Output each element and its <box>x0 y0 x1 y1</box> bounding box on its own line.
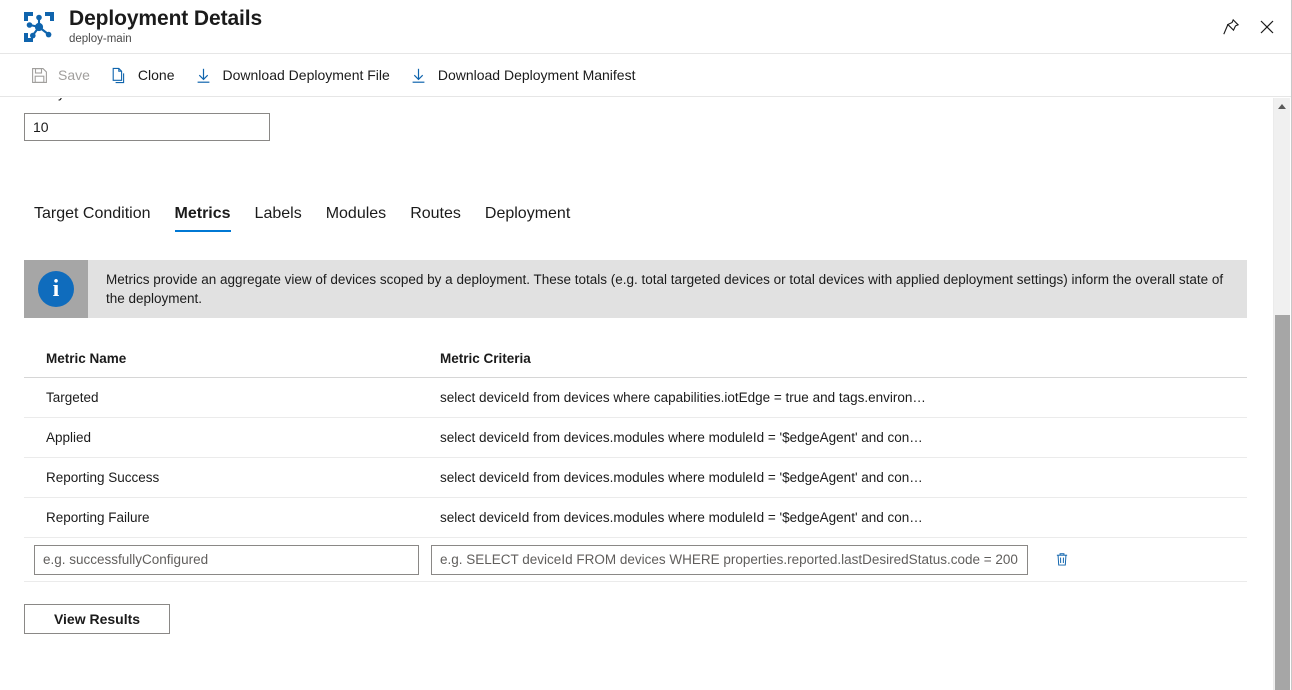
save-icon <box>29 65 49 85</box>
pin-icon[interactable] <box>1215 11 1247 43</box>
info-banner-text: Metrics provide an aggregate view of dev… <box>88 260 1247 318</box>
tab-routes[interactable]: Routes <box>398 204 473 232</box>
new-metric-criteria-input[interactable] <box>431 545 1028 575</box>
tab-deployment[interactable]: Deployment <box>473 204 582 232</box>
column-header-metric-criteria: Metric Criteria <box>440 350 1247 368</box>
table-row[interactable]: Reporting Failure select deviceId from d… <box>24 498 1247 538</box>
tab-modules[interactable]: Modules <box>314 204 398 232</box>
pivot-tabs: Target Condition Metrics Labels Modules … <box>24 194 1270 232</box>
table-row[interactable]: Reporting Success select deviceId from d… <box>24 458 1247 498</box>
priority-label-clipped: Priority <box>24 98 1270 106</box>
info-glyph: i <box>38 271 74 307</box>
clone-button[interactable]: Clone <box>102 58 187 92</box>
iot-edge-device-icon <box>22 10 56 44</box>
metric-criteria-cell: select deviceId from devices.modules whe… <box>440 429 1247 447</box>
download-deployment-file-button[interactable]: Download Deployment File <box>187 58 402 92</box>
info-icon: i <box>24 260 88 318</box>
metrics-table: Metric Name Metric Criteria Targeted sel… <box>24 344 1247 582</box>
download-icon <box>409 65 429 85</box>
command-bar: Save Clone Download Deployment File <box>0 54 1291 97</box>
scrollbar-thumb[interactable] <box>1275 315 1290 690</box>
view-results-button[interactable]: View Results <box>24 604 170 634</box>
metric-name-cell: Reporting Success <box>46 469 440 487</box>
info-banner: i Metrics provide an aggregate view of d… <box>24 260 1247 318</box>
blade-header: Deployment Details deploy-main <box>0 0 1291 54</box>
priority-label-text: Priority <box>24 98 64 102</box>
priority-input[interactable] <box>24 113 270 141</box>
vertical-scrollbar[interactable] <box>1273 98 1290 690</box>
metric-name-cell: Applied <box>46 429 440 447</box>
tab-target-condition[interactable]: Target Condition <box>24 204 163 232</box>
table-row[interactable]: Applied select deviceId from devices.mod… <box>24 418 1247 458</box>
download-icon <box>194 65 214 85</box>
metric-name-cell: Reporting Failure <box>46 509 440 527</box>
chevron-up-icon[interactable] <box>1274 98 1290 115</box>
download-deployment-manifest-label: Download Deployment Manifest <box>438 66 636 84</box>
metric-criteria-cell: select deviceId from devices.modules whe… <box>440 469 1247 487</box>
copy-icon <box>109 65 129 85</box>
page-title: Deployment Details <box>69 6 262 31</box>
metric-name-cell: Targeted <box>46 389 440 407</box>
download-deployment-file-label: Download Deployment File <box>223 66 390 84</box>
tab-labels[interactable]: Labels <box>243 204 314 232</box>
metric-criteria-cell: select deviceId from devices where capab… <box>440 389 1247 407</box>
header-title-group: Deployment Details deploy-main <box>69 6 262 47</box>
table-header-row: Metric Name Metric Criteria <box>24 344 1247 378</box>
download-deployment-manifest-button[interactable]: Download Deployment Manifest <box>402 58 648 92</box>
new-metric-row <box>24 538 1247 582</box>
trash-icon[interactable] <box>1048 546 1076 574</box>
new-metric-name-input[interactable] <box>34 545 419 575</box>
close-icon[interactable] <box>1251 11 1283 43</box>
save-button-label: Save <box>58 66 90 84</box>
header-actions <box>1215 0 1283 54</box>
blade-scroll-body: Priority Target Condition Metrics Labels… <box>0 98 1291 690</box>
column-header-metric-name: Metric Name <box>46 350 440 368</box>
table-row[interactable]: Targeted select deviceId from devices wh… <box>24 378 1247 418</box>
deployment-details-blade: Deployment Details deploy-main <box>0 0 1292 690</box>
blade-content: Priority Target Condition Metrics Labels… <box>0 98 1270 690</box>
save-button[interactable]: Save <box>22 58 102 92</box>
tab-metrics[interactable]: Metrics <box>163 204 243 232</box>
metric-criteria-cell: select deviceId from devices.modules whe… <box>440 509 1247 527</box>
page-subtitle: deploy-main <box>69 32 262 47</box>
clone-button-label: Clone <box>138 66 175 84</box>
